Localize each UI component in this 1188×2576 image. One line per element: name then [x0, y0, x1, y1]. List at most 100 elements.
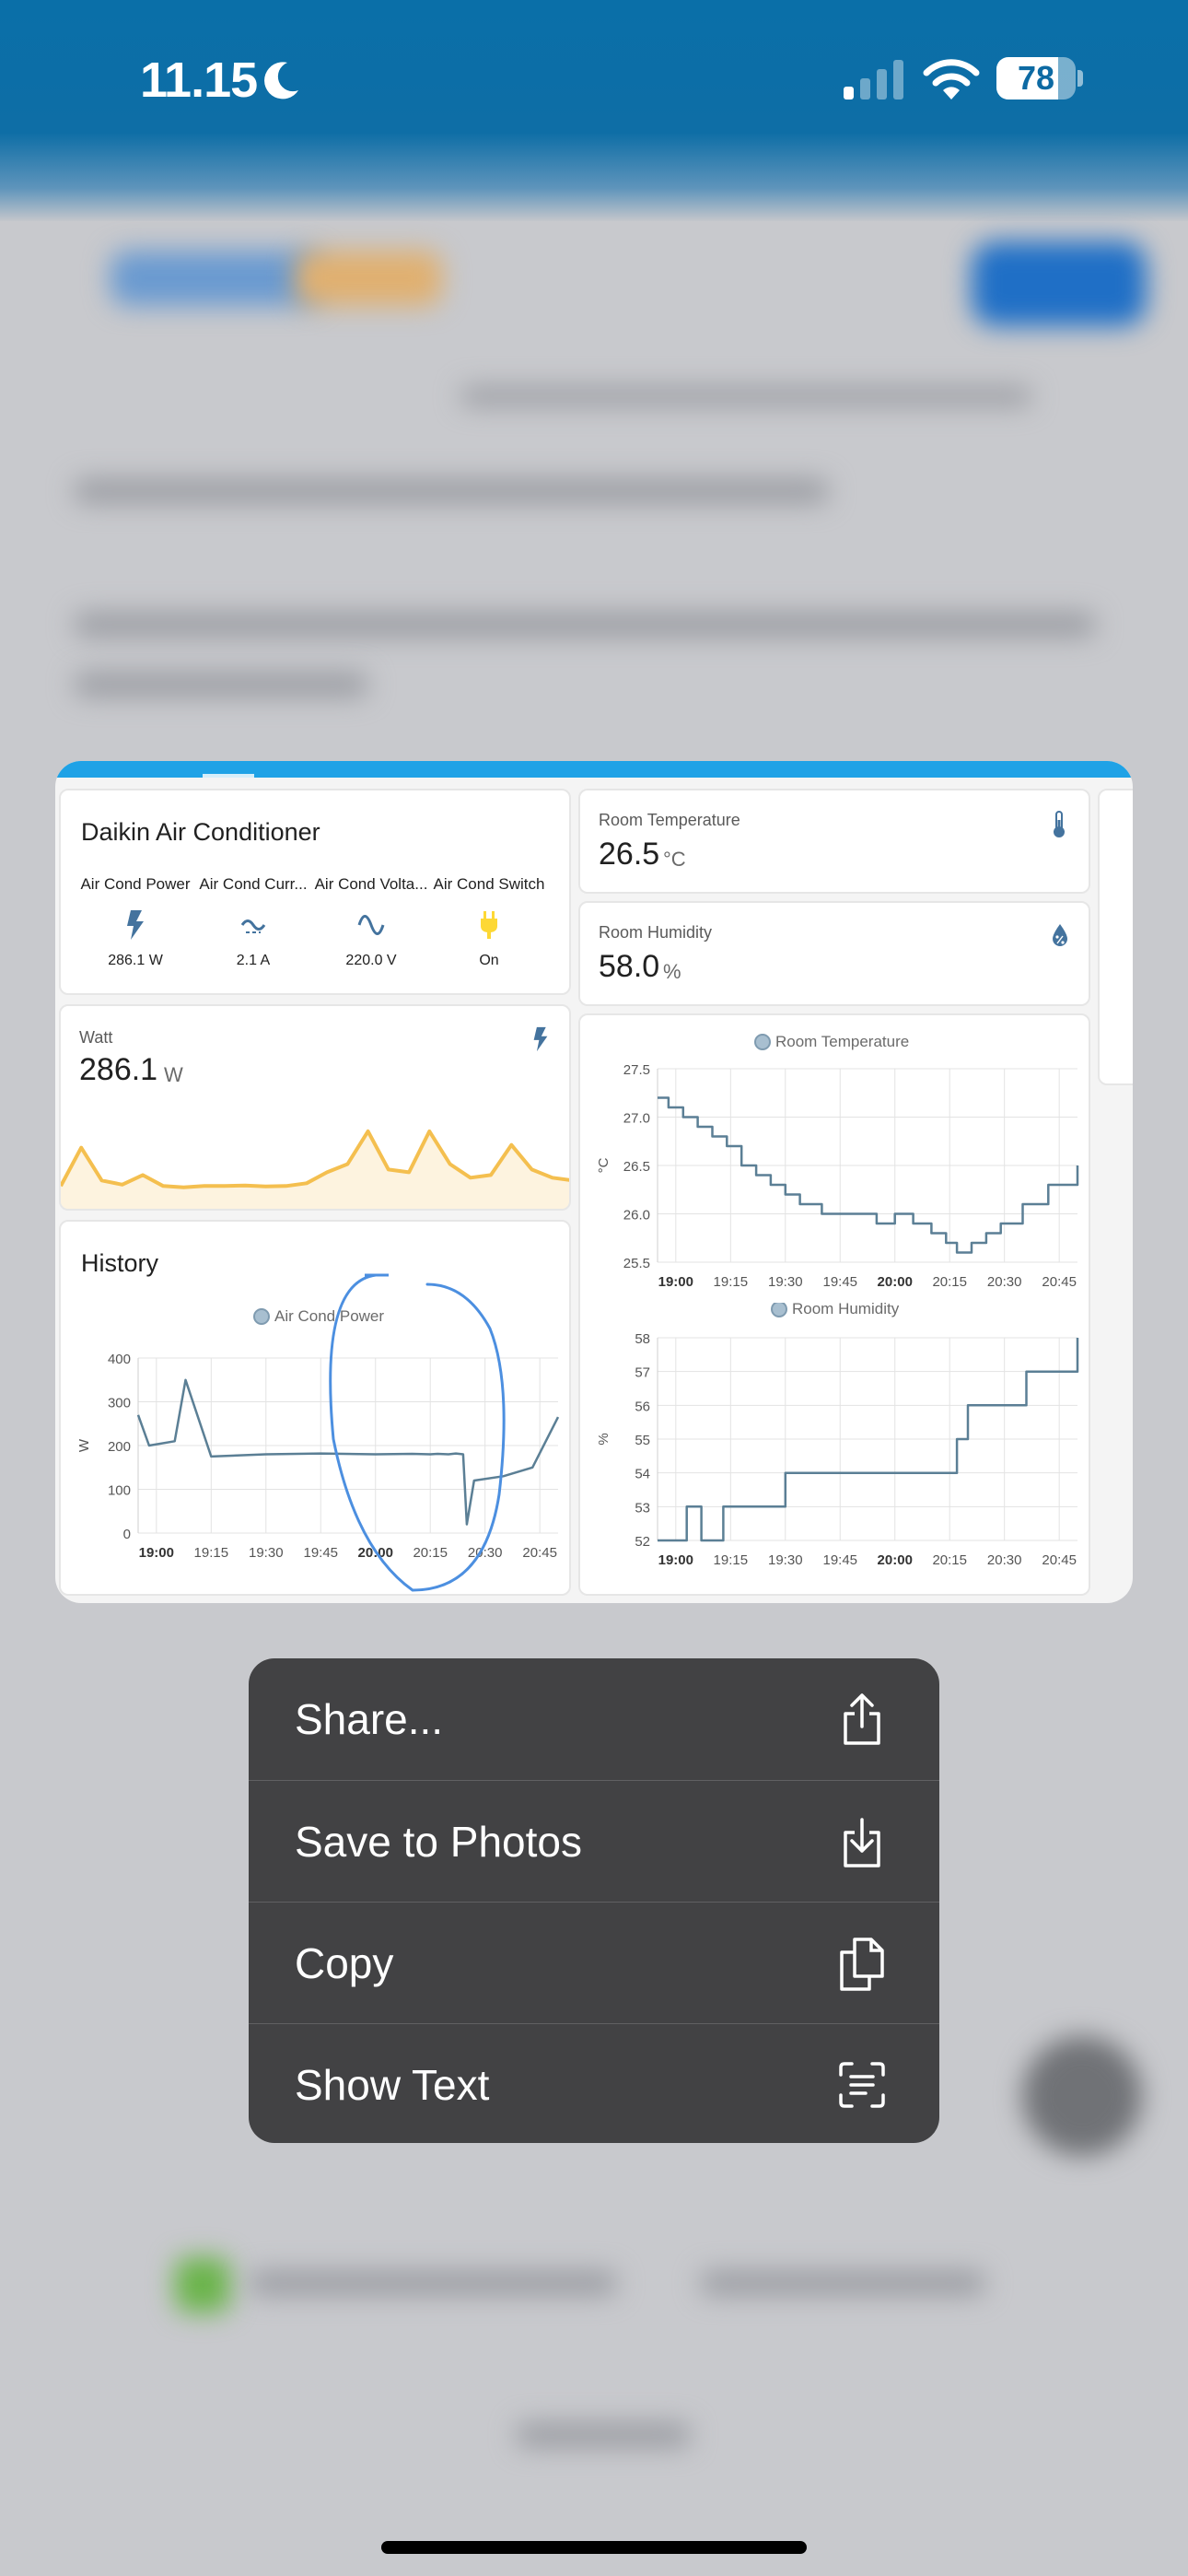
- room-humidity-unit: %: [663, 960, 681, 983]
- x-tick-label: 19:15: [714, 1274, 749, 1290]
- x-tick-label: 20:30: [987, 1552, 1022, 1568]
- y-tick-label: 100: [108, 1483, 131, 1499]
- y-tick-label: 0: [123, 1527, 131, 1542]
- screenshot-preview[interactable]: Daikin Air Conditioner Air Cond Power 28…: [55, 761, 1133, 1603]
- x-tick-label: 19:00: [658, 1552, 693, 1568]
- x-tick-label: 20:30: [987, 1274, 1022, 1290]
- background-text-line: [700, 2271, 985, 2295]
- y-axis-label: °C: [596, 1157, 611, 1173]
- history-title: History: [81, 1249, 159, 1277]
- x-tick-label: 19:30: [249, 1545, 284, 1561]
- x-tick-label: 19:15: [194, 1545, 229, 1561]
- flash-icon: [533, 1026, 548, 1052]
- sine-wave-icon: [357, 915, 385, 935]
- watt-value: 286.1: [79, 1052, 158, 1087]
- y-tick-label: 56: [635, 1399, 650, 1414]
- background-text-line: [249, 2271, 617, 2295]
- x-tick-label: 20:45: [1042, 1274, 1077, 1290]
- y-tick-label: 57: [635, 1365, 650, 1381]
- entity-air-cond-switch[interactable]: Air Cond Switch On: [429, 875, 549, 969]
- background-nav-line: [460, 387, 1031, 405]
- aircon-card[interactable]: Daikin Air Conditioner Air Cond Power 28…: [59, 789, 571, 995]
- legend-label-room-humidity: Room Humidity: [792, 1303, 900, 1317]
- entity-air-cond-power[interactable]: Air Cond Power 286.1 W: [76, 875, 195, 969]
- background-logo-accent: [295, 251, 442, 306]
- thermometer-icon: [1054, 811, 1065, 837]
- legend-marker: [253, 1308, 270, 1325]
- show-text-icon: [836, 2057, 888, 2113]
- y-tick-label: 27.5: [623, 1062, 650, 1078]
- y-tick-label: 58: [635, 1331, 650, 1347]
- background-fab: [1022, 2036, 1142, 2156]
- x-tick-label: 19:45: [822, 1552, 857, 1568]
- watt-label: Watt: [79, 1028, 113, 1047]
- watt-sparkline: [61, 1129, 569, 1209]
- entity-value: 220.0 V: [345, 953, 397, 968]
- room-temperature-value: 26.5: [599, 837, 660, 872]
- share-menu-item[interactable]: Share...: [249, 1658, 939, 1780]
- status-bar-background: [0, 0, 1188, 221]
- y-tick-label: 25.5: [623, 1256, 650, 1271]
- power-plug-icon: [481, 911, 497, 939]
- entity-name: Air Cond Switch: [433, 875, 545, 893]
- x-tick-label: 19:00: [139, 1545, 174, 1561]
- y-tick-label: 26.0: [623, 1208, 650, 1224]
- share-icon: [836, 1692, 888, 1747]
- y-axis-label: W: [76, 1438, 92, 1452]
- legend-marker: [754, 1034, 771, 1050]
- y-tick-label: 52: [635, 1534, 650, 1550]
- y-tick-label: 26.5: [623, 1159, 650, 1175]
- y-tick-label: 200: [108, 1439, 131, 1455]
- copy-menu-item[interactable]: Copy: [249, 1902, 939, 2023]
- x-tick-label: 19:30: [768, 1274, 803, 1290]
- entity-name: Air Cond Volta...: [314, 875, 428, 893]
- menu-item-label: Copy: [295, 1938, 394, 1987]
- wifi-icon: [923, 59, 980, 100]
- history-card[interactable]: History Air Cond Power 0 100 200 300 400 19:00…: [59, 1220, 571, 1596]
- background-logo: [111, 251, 322, 306]
- save-to-photos-menu-item[interactable]: Save to Photos: [249, 1780, 939, 1902]
- menu-item-label: Show Text: [295, 2060, 490, 2109]
- context-menu: Share... Save to Photos Copy Show Text: [249, 1658, 939, 2143]
- aircon-card-title: Daikin Air Conditioner: [81, 818, 320, 846]
- cellular-signal-icon: [844, 60, 903, 100]
- room-temperature-card[interactable]: Room Temperature 26.5 °C: [578, 789, 1090, 894]
- entity-air-cond-current[interactable]: Air Cond Curr... 2.1 A: [193, 875, 313, 969]
- water-percent-icon: [1053, 924, 1067, 946]
- x-tick-label: 19:15: [714, 1552, 749, 1568]
- room-climate-history-card[interactable]: Room Temperature 25.5 26.0 26.5 27.0 27.5 19:0…: [578, 1013, 1090, 1596]
- room-humidity-chart: Room Humidity 52 53 54 55 56 57 58 19:00 19:15 19:…: [596, 1303, 1079, 1568]
- entity-air-cond-voltage[interactable]: Air Cond Volta... 220.0 V: [311, 875, 431, 969]
- x-tick-label: 20:00: [878, 1552, 913, 1568]
- preview-header-tab: [203, 774, 254, 778]
- series-line-room-temperature: [658, 1096, 1079, 1254]
- x-tick-label: 19:00: [658, 1274, 693, 1290]
- menu-item-label: Share...: [295, 1695, 444, 1743]
- background-text-line: [74, 479, 829, 503]
- show-text-menu-item[interactable]: Show Text: [249, 2023, 939, 2143]
- watt-card[interactable]: Watt 286.1 W: [59, 1004, 571, 1211]
- room-humidity-value: 58.0: [599, 949, 660, 984]
- menu-item-label: Save to Photos: [295, 1817, 582, 1866]
- x-tick-label: 20:15: [932, 1274, 967, 1290]
- pen-annotation: [329, 1273, 506, 1592]
- y-tick-label: 53: [635, 1500, 650, 1516]
- moon-icon: [264, 62, 298, 100]
- entity-name: Air Cond Power: [80, 875, 191, 893]
- battery-icon: 78: [996, 57, 1076, 100]
- room-humidity-label: Room Humidity: [599, 923, 713, 942]
- room-temperature-unit: °C: [663, 848, 686, 871]
- flash-icon: [127, 910, 144, 940]
- x-tick-label: 20:00: [878, 1274, 913, 1290]
- y-tick-label: 400: [108, 1352, 131, 1367]
- background-button: [972, 241, 1147, 326]
- background-icon: [175, 2257, 230, 2313]
- y-tick-label: 55: [635, 1433, 650, 1448]
- battery-cap: [1077, 70, 1083, 87]
- room-humidity-card[interactable]: Room Humidity 58.0 %: [578, 901, 1090, 1006]
- y-tick-label: 27.0: [623, 1111, 650, 1127]
- background-text-line: [74, 673, 368, 697]
- y-tick-label: 300: [108, 1396, 131, 1411]
- entity-value: On: [479, 953, 499, 968]
- current-ac-icon: [240, 919, 266, 933]
